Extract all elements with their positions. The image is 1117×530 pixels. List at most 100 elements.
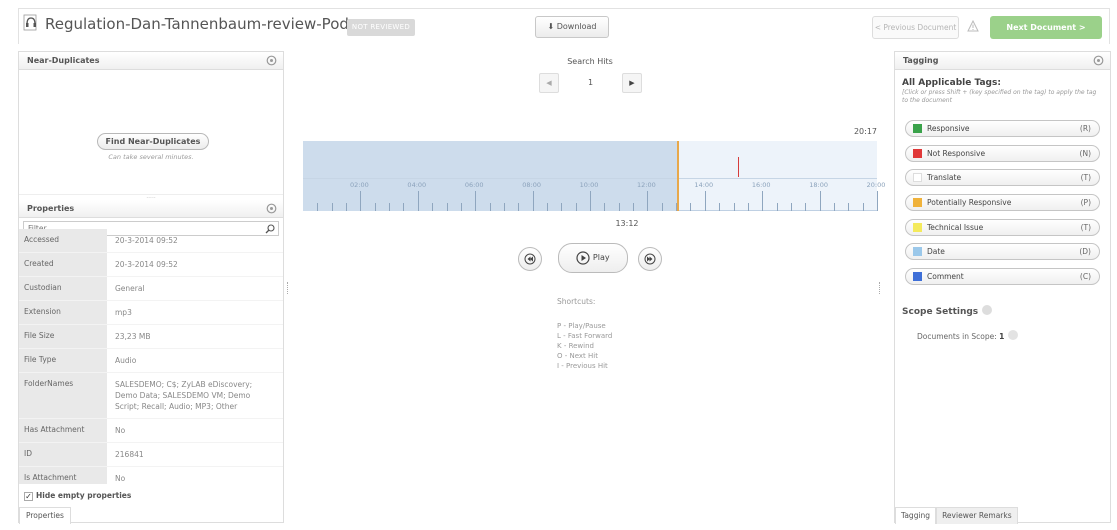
tag-shortcut: (C) (1079, 272, 1091, 282)
hide-empty-properties-toggle[interactable]: ✓ Hide empty properties (24, 491, 131, 501)
previous-hit-button[interactable]: ◀ (539, 73, 559, 93)
tag-shortcut: (P) (1080, 198, 1091, 208)
property-key: Extension (19, 301, 107, 324)
timeline-tick (374, 203, 376, 211)
tagging-instructions: [Click or press Shift + (key specified o… (902, 89, 1097, 104)
tag-shortcut: (D) (1079, 247, 1091, 257)
property-key: ID (19, 443, 107, 466)
gear-icon[interactable] (266, 55, 277, 66)
property-row: Accessed 20-3-2014 09:52 (19, 229, 283, 253)
timeline-axis (303, 178, 877, 179)
applicable-tags-heading: All Applicable Tags: (902, 78, 1001, 88)
timeline-tick (403, 203, 405, 211)
timeline-tick (704, 191, 706, 211)
tag-shortcut: (T) (1080, 173, 1091, 183)
timeline-tick (805, 203, 807, 211)
waveform-timeline[interactable]: 02:00 04:00 06:00 08:00 10:00 12:00 14:00 16:00… (303, 141, 885, 211)
tab-reviewer-remarks[interactable]: Reviewer Remarks (936, 507, 1018, 524)
timeline-tick (460, 203, 462, 211)
tab-tagging[interactable]: Tagging (895, 507, 937, 524)
timeline-tick (877, 191, 878, 211)
tag-color-swatch (913, 148, 922, 158)
property-value: mp3 (115, 308, 132, 317)
download-label: Download (556, 22, 597, 31)
tag-label: Technical Issue (927, 222, 984, 232)
tag-color-swatch (913, 222, 922, 232)
shortcut-item: O - Next Hit (557, 352, 598, 360)
total-duration: 20:17 (853, 127, 877, 136)
timeline-tick (719, 203, 721, 211)
help-icon[interactable] (982, 305, 993, 315)
timeline-tick-label: 06:00 (464, 181, 484, 189)
properties-table: Accessed 20-3-2014 09:52 Created 20-3-2014… (19, 229, 283, 484)
tag-translate[interactable]: Translate (T) (905, 169, 1100, 187)
tag-date[interactable]: Date (D) (905, 243, 1100, 261)
tag-color-swatch (913, 124, 922, 133)
timeline-tick (690, 203, 692, 211)
play-label: Play (592, 253, 610, 262)
timeline-tick (489, 203, 491, 211)
tag-technical-issue[interactable]: Technical Issue (T) (905, 218, 1100, 236)
timeline-tick-label: 18:00 (809, 181, 828, 189)
find-near-duplicates-button[interactable]: Find Near-Duplicates (97, 133, 209, 150)
timeline-tick (676, 203, 678, 211)
timeline-tick (417, 191, 419, 211)
right-splitter-handle[interactable] (879, 282, 881, 294)
tab-properties[interactable]: Properties (19, 507, 71, 524)
playhead[interactable] (676, 141, 679, 211)
play-icon (576, 250, 590, 265)
scope-count: 1 (999, 332, 1005, 341)
documents-in-scope: Documents in Scope: 1 (917, 330, 1019, 341)
property-row: Created 20-3-2014 09:52 (19, 253, 283, 277)
warning-icon[interactable] (967, 20, 979, 32)
tag-responsive[interactable]: Responsive (R) (905, 120, 1100, 137)
tag-color-swatch (913, 173, 922, 183)
checkbox-checked-icon[interactable]: ✓ (24, 492, 33, 501)
help-icon[interactable] (1008, 330, 1019, 340)
property-value: 23,23 MB (115, 332, 151, 341)
gear-icon[interactable] (266, 203, 277, 214)
timeline-tick (389, 203, 391, 211)
property-key: File Type (19, 349, 107, 372)
property-value: No (115, 426, 126, 435)
shortcut-item: K - Rewind (557, 342, 594, 350)
tag-potentially-responsive[interactable]: Potentially Responsive (P) (905, 194, 1100, 212)
previous-document-button[interactable]: < Previous Document (872, 16, 959, 39)
left-splitter-handle[interactable] (287, 282, 289, 294)
gear-icon[interactable] (1093, 55, 1104, 66)
property-value: 20-3-2014 09:52 (115, 260, 178, 269)
scope-label: Documents in Scope: (917, 332, 997, 341)
search-hit-marker[interactable] (738, 157, 740, 177)
rewind-icon (524, 253, 536, 264)
fast-forward-icon (644, 253, 656, 264)
next-document-button[interactable]: Next Document > (990, 16, 1102, 39)
scope-settings-title: Scope Settings (902, 305, 993, 317)
property-key: Is Attachment (19, 467, 107, 484)
audio-player: Search Hits ◀ 1 ▶ 20:17 02:00 04:00 06:00 0… (303, 51, 885, 523)
tag-comment[interactable]: Comment (C) (905, 268, 1100, 286)
next-hit-button[interactable]: ▶ (622, 73, 642, 93)
right-panel-tabs: Tagging Reviewer Remarks (895, 507, 1018, 524)
play-button[interactable]: Play (558, 243, 628, 273)
timeline-tick (590, 191, 591, 211)
timeline-tick-label: 12:00 (637, 181, 656, 189)
tag-label: Date (927, 247, 945, 257)
properties-header: Properties (19, 200, 283, 218)
timeline-tick (733, 203, 735, 211)
timeline-tick-label: 14:00 (694, 181, 714, 189)
timeline-tick (747, 203, 749, 211)
timeline-tick-label: 10:00 (579, 181, 599, 189)
tag-label: Potentially Responsive (927, 198, 1012, 208)
property-key: Created (19, 253, 107, 276)
rewind-button[interactable] (518, 247, 542, 271)
property-value: SALESDEMO; C$; ZyLAB eDiscovery; Demo Da… (115, 380, 253, 411)
download-button[interactable]: ⬇ Download (535, 16, 609, 38)
timeline-tick (819, 191, 821, 211)
timeline-tick (618, 203, 620, 211)
timeline-tick (633, 203, 635, 211)
property-row: File Size 23,23 MB (19, 325, 283, 349)
document-title: Regulation-Dan-Tannenbaum-review-Pod... (45, 15, 364, 33)
timeline-tick (346, 203, 348, 211)
fast-forward-button[interactable] (638, 247, 662, 271)
tag-not-responsive[interactable]: Not Responsive (N) (905, 144, 1100, 162)
